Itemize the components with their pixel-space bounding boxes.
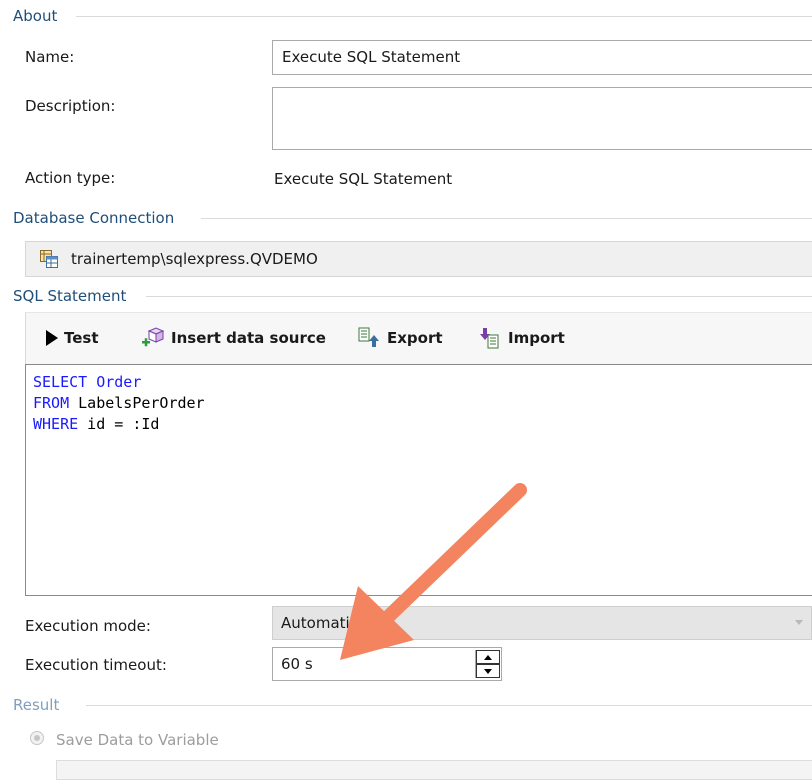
database-connection-section-title: Database Connection [13, 209, 175, 227]
sql-text: id = :Id [78, 415, 160, 433]
sql-line: SELECT Order [33, 372, 812, 393]
execution-timeout-field[interactable]: 60 s [272, 647, 502, 681]
about-section-header: About [13, 6, 812, 26]
export-icon [358, 327, 379, 347]
result-section-title: Result [13, 696, 60, 714]
sql-statement-section-header: SQL Statement [13, 286, 812, 306]
decrement-button[interactable] [476, 664, 500, 678]
sql-text: Order [87, 373, 142, 391]
sql-keyword: WHERE [33, 415, 79, 433]
sql-toolbar: Test Insert data source Export Import [25, 312, 812, 364]
database-connection-value: trainertemp\sqlexpress.QVDEMO [71, 250, 318, 268]
sql-line: FROM LabelsPerOrder [33, 393, 812, 414]
database-connection-section-divider [201, 218, 812, 219]
execution-mode-value: Automatic [281, 614, 358, 632]
sql-keyword: FROM [33, 394, 70, 412]
insert-data-source-icon [142, 327, 165, 347]
description-field[interactable] [272, 87, 812, 150]
action-type-label: Action type: [25, 169, 116, 187]
chevron-down-icon [795, 620, 803, 625]
name-field-value: Execute SQL Statement [282, 48, 461, 66]
import-button[interactable]: Import [478, 323, 565, 353]
sql-statement-section-title: SQL Statement [13, 287, 127, 305]
chevron-up-icon [484, 655, 492, 660]
variable-field[interactable] [56, 760, 812, 780]
result-section-header: Result [13, 695, 812, 715]
save-data-radio-label: Save Data to Variable [56, 731, 219, 749]
chevron-down-icon [484, 669, 492, 674]
about-section-divider [76, 16, 812, 17]
action-type-value: Execute SQL Statement [274, 170, 453, 188]
timeout-spinner [475, 650, 500, 678]
database-connection-selector[interactable]: trainertemp\sqlexpress.QVDEMO [25, 241, 812, 277]
description-label: Description: [25, 97, 116, 115]
export-button-label: Export [387, 329, 443, 347]
about-section-title: About [13, 7, 58, 25]
execution-mode-label: Execution mode: [25, 617, 151, 635]
import-button-label: Import [508, 329, 565, 347]
play-icon [46, 330, 58, 346]
sql-keyword: SELECT [33, 373, 88, 391]
sql-line: WHERE id = :Id [33, 414, 812, 435]
sql-statement-section-divider [146, 296, 812, 297]
import-icon [480, 328, 499, 349]
execution-timeout-value: 60 s [281, 655, 313, 673]
execution-timeout-label: Execution timeout: [25, 656, 167, 674]
name-field[interactable]: Execute SQL Statement [272, 40, 812, 75]
insert-data-source-button[interactable]: Insert data source [141, 323, 326, 353]
increment-button[interactable] [476, 650, 500, 664]
save-data-radio[interactable] [30, 731, 44, 745]
sql-text: LabelsPerOrder [69, 394, 205, 412]
database-connection-section-header: Database Connection [13, 208, 812, 228]
database-table-icon [40, 250, 58, 272]
export-button[interactable]: Export [357, 323, 443, 353]
test-button-label: Test [64, 329, 99, 347]
result-section-divider [86, 705, 812, 706]
test-button[interactable]: Test [46, 323, 99, 353]
execution-mode-select[interactable]: Automatic [272, 606, 812, 640]
sql-editor[interactable]: SELECT Order FROM LabelsPerOrder WHERE id … [25, 364, 812, 596]
insert-data-source-label: Insert data source [171, 329, 326, 347]
name-label: Name: [25, 48, 75, 66]
